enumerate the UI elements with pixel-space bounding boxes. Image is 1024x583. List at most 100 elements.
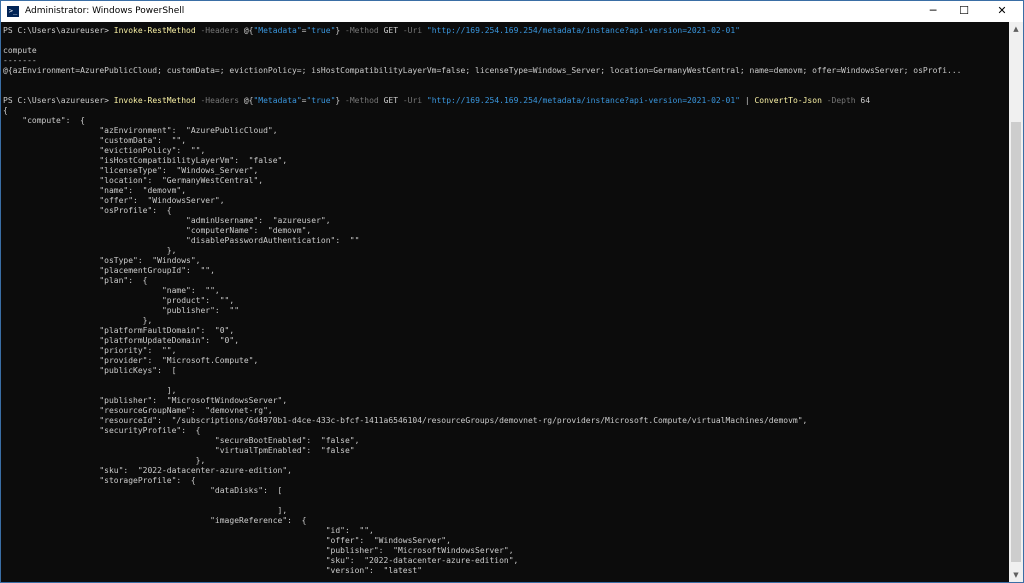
console-token-op: } (335, 26, 346, 35)
console-token-plain: "offer": "WindowsServer", (3, 536, 451, 545)
console-token-plain: "sku": "2022-datacenter-azure-edition", (3, 466, 292, 475)
console-token-plain: "name": "demovm", (3, 186, 187, 195)
console-token-plain: "adminUsername": "azureuser", (3, 216, 331, 225)
console-line: "evictionPolicy": "", (3, 146, 205, 156)
console-token-plain: "publisher": "MicrosoftWindowsServer", (3, 396, 288, 405)
console-token-plain: "dataDisks": [ (3, 486, 283, 495)
console-token-plain: "storageProfile": { (3, 476, 196, 485)
console-line: "dataDisks": [ (3, 486, 282, 496)
console-line: ------- (3, 56, 37, 66)
console-line: { (3, 106, 8, 116)
console-token-plain: 64 (860, 96, 871, 105)
scroll-up-arrow-icon[interactable]: ▲ (1009, 22, 1023, 36)
console-token-plain: "id": "", (3, 526, 374, 535)
console-token-plain: GET (383, 96, 403, 105)
console-token-plain: "computerName": "demovm", (3, 226, 312, 235)
console-line: "computerName": "demovm", (3, 226, 311, 236)
console-line: "offer": "WindowsServer", (3, 536, 451, 546)
console-line: "provider": "Microsoft.Compute", (3, 356, 258, 366)
console-token-plain: GET (383, 26, 403, 35)
minimize-button[interactable]: ─ (918, 1, 948, 22)
console-line: "osType": "Windows", (3, 256, 200, 266)
console-token-prompt: PS C:\Users\azureuser> (3, 96, 114, 105)
console-token-plain: }, (3, 456, 206, 465)
console-token-plain: "isHostCompatibilityLayerVm": "false", (3, 156, 288, 165)
console-line: "offer": "WindowsServer", (3, 196, 224, 206)
console-line: "sku": "2022-datacenter-azure-edition", (3, 466, 292, 476)
console-token-plain: }, (3, 316, 153, 325)
scroll-down-arrow-icon[interactable]: ▼ (1009, 568, 1023, 582)
console-token-str: "true" (306, 26, 336, 35)
console-token-param: -Method (345, 26, 384, 35)
console-token-plain: "version": "latest" (3, 566, 423, 575)
console-token-param: -Uri (402, 26, 427, 35)
console-token-plain: "product": "", (3, 296, 235, 305)
console-token-plain: { (3, 106, 8, 115)
console-line: "platformFaultDomain": "0", (3, 326, 234, 336)
console-token-plain: "disablePasswordAuthentication": "" (3, 236, 360, 245)
console-token-plain: "licenseType": "Windows_Server", (3, 166, 259, 175)
console-line: "publisher": "MicrosoftWindowsServer", (3, 546, 514, 556)
console-token-plain: compute (3, 46, 37, 55)
console-token-param: -Headers (195, 26, 244, 35)
scrollbar-thumb[interactable] (1011, 122, 1021, 562)
console-token-plain: "placementGroupId": "", (3, 266, 215, 275)
console-token-param: -Depth (821, 96, 861, 105)
console-token-plain: "sku": "2022-datacenter-azure-edition", (3, 556, 519, 565)
console-line: "resourceId": "/subscriptions/6d4970b1-d… (3, 416, 807, 426)
console-line: }, (3, 246, 177, 256)
console-token-plain: ], (3, 386, 177, 395)
console-token-plain: "platformFaultDomain": "0", (3, 326, 235, 335)
console-token-plain: }, (3, 246, 177, 255)
console-line: "adminUsername": "azureuser", (3, 216, 331, 226)
console-line: "name": "demovm", (3, 186, 186, 196)
console-token-plain: "plan": { (3, 276, 148, 285)
console-token-str: "http://169.254.169.254/metadata/instanc… (426, 26, 740, 35)
console-line: compute (3, 46, 37, 56)
console-line: "plan": { (3, 276, 148, 286)
console-line: "version": "latest" (3, 566, 422, 576)
console-token-cmd: Invoke-RestMethod (113, 26, 196, 35)
title-bar[interactable]: >_ Administrator: Windows PowerShell ─ ☐… (1, 1, 1023, 22)
powershell-icon: >_ (7, 6, 19, 17)
console-token-param: -Headers (195, 96, 244, 105)
console-line: "name": "", (3, 286, 220, 296)
console-token-plain: ], (3, 506, 288, 515)
console-token-plain: @{azEnvironment=AzurePublicCloud; custom… (3, 66, 962, 75)
console-token-str: "http://169.254.169.254/metadata/instanc… (426, 96, 740, 105)
console-token-param: -Uri (402, 96, 427, 105)
console-token-op: | (740, 96, 755, 105)
console-line: "priority": "", (3, 346, 176, 356)
vertical-scrollbar[interactable]: ▲ ▼ (1009, 22, 1023, 582)
close-button[interactable]: ✕ (987, 1, 1017, 22)
console-line: "publisher": "" (3, 306, 239, 316)
console-line: "isHostCompatibilityLayerVm": "false", (3, 156, 287, 166)
console-line: "azEnvironment": "AzurePublicCloud", (3, 126, 277, 136)
console-line: "compute": { (3, 116, 85, 126)
console-line: "virtualTpmEnabled": "false" (3, 446, 355, 456)
console-line: PS C:\Users\azureuser> Invoke-RestMethod… (3, 26, 740, 36)
console-output[interactable]: PS C:\Users\azureuser> Invoke-RestMethod… (1, 22, 1009, 582)
console-token-plain: "customData": "", (3, 136, 187, 145)
console-line: ], (3, 506, 288, 516)
console-line: ], (3, 386, 177, 396)
console-token-plain: "virtualTpmEnabled": "false" (3, 446, 355, 455)
console-line: @{azEnvironment=AzurePublicCloud; custom… (3, 66, 961, 76)
console-line: PS C:\Users\azureuser> Invoke-RestMethod… (3, 96, 870, 106)
maximize-button[interactable]: ☐ (949, 1, 979, 22)
console-token-plain: ------- (3, 56, 37, 65)
console-line: "customData": "", (3, 136, 186, 146)
console-line: "platformUpdateDomain": "0", (3, 336, 239, 346)
window-title: Administrator: Windows PowerShell (25, 6, 185, 16)
console-token-plain: "compute": { (3, 116, 85, 125)
console-token-plain: "provider": "Microsoft.Compute", (3, 356, 259, 365)
console-token-str: "Metadata" (253, 26, 302, 35)
console-line: "osProfile": { (3, 206, 171, 216)
console-token-plain: "evictionPolicy": "", (3, 146, 206, 155)
console-line: "secureBootEnabled": "false", (3, 436, 360, 446)
console-line: "sku": "2022-datacenter-azure-edition", (3, 556, 519, 566)
console-token-plain: "name": "", (3, 286, 220, 295)
console-token-cmd: Invoke-RestMethod (113, 96, 196, 105)
console-token-param: -Method (345, 96, 384, 105)
console-line: "disablePasswordAuthentication": "" (3, 236, 359, 246)
